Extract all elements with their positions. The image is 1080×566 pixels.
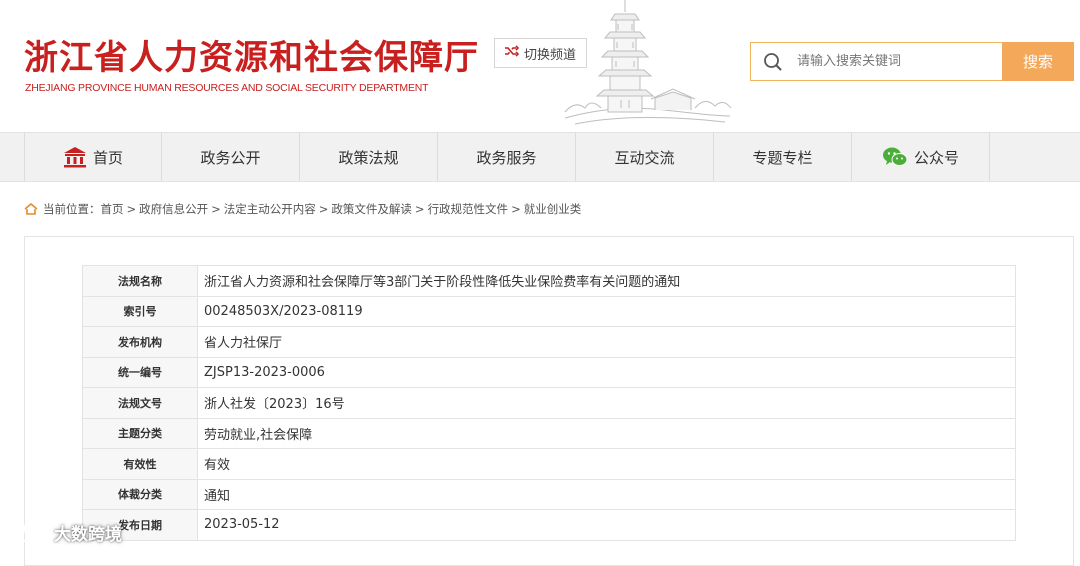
metadata-label: 法规文号 xyxy=(82,387,198,419)
breadcrumb-item-policy-docs[interactable]: 政策文件及解读 xyxy=(331,201,412,217)
breadcrumb-separator: > xyxy=(511,202,521,216)
watermark: 大数跨境 xyxy=(10,517,122,547)
search-icon xyxy=(751,43,795,80)
table-row: 发布日期 2023-05-12 xyxy=(82,509,1016,541)
breadcrumb-item-employment[interactable]: 就业创业类 xyxy=(524,201,582,217)
metadata-label: 统一编号 xyxy=(82,356,198,388)
table-row: 体裁分类 通知 xyxy=(82,478,1016,510)
nav-item-interaction[interactable]: 互动交流 xyxy=(576,133,714,181)
shuffle-icon xyxy=(504,45,520,61)
table-row: 法规名称 浙江省人力资源和社会保障厅等3部门关于阶段性降低失业保险费率有关问题的… xyxy=(82,265,1016,297)
metadata-label: 法规名称 xyxy=(82,265,198,297)
breadcrumb-separator: > xyxy=(414,202,425,216)
breadcrumb-prefix: 当前位置： xyxy=(43,202,101,216)
site-logo-subtitle: ZHEJIANG PROVINCE HUMAN RESOURCES AND SO… xyxy=(25,82,429,94)
metadata-value: 劳动就业,社会保障 xyxy=(197,417,1016,449)
nav-item-label: 政务公开 xyxy=(200,148,261,167)
breadcrumb-separator: > xyxy=(211,202,221,216)
metadata-label: 体裁分类 xyxy=(82,478,198,510)
nav-item-policies[interactable]: 政策法规 xyxy=(300,133,438,181)
breadcrumb-separator: > xyxy=(318,202,329,216)
breadcrumb-item-gov-info[interactable]: 政府信息公开 xyxy=(139,201,208,217)
pagoda-illustration xyxy=(564,0,732,125)
breadcrumb-item-normative-docs[interactable]: 行政规范性文件 xyxy=(428,201,509,217)
metadata-value: 00248503X/2023-08119 xyxy=(197,295,1016,327)
breadcrumb-item-home[interactable]: 首页 xyxy=(101,201,124,217)
metadata-value: 通知 xyxy=(197,478,1016,510)
table-row: 索引号 00248503X/2023-08119 xyxy=(82,295,1016,327)
nav-item-label: 政策法规 xyxy=(338,148,399,167)
nav-item-services[interactable]: 政务服务 xyxy=(438,133,576,181)
nav-item-label: 互动交流 xyxy=(614,148,675,167)
metadata-value: 有效 xyxy=(197,448,1016,480)
table-row: 发布机构 省人力社保厅 xyxy=(82,326,1016,358)
metadata-label: 索引号 xyxy=(82,295,198,327)
search-box xyxy=(750,42,1002,81)
search-button[interactable]: 搜索 xyxy=(1002,42,1074,81)
table-row: 主题分类 劳动就业,社会保障 xyxy=(82,417,1016,449)
nav-item-wechat[interactable]: 公众号 xyxy=(852,133,990,181)
wechat-icon xyxy=(882,146,908,168)
metadata-value: 浙人社发〔2023〕16号 xyxy=(197,387,1016,419)
breadcrumb-item-statutory[interactable]: 法定主动公开内容 xyxy=(224,201,316,217)
nav-item-label: 首页 xyxy=(92,148,123,167)
metadata-label: 有效性 xyxy=(82,448,198,480)
metadata-label: 发布机构 xyxy=(82,326,198,358)
metadata-value: 2023-05-12 xyxy=(197,509,1016,541)
site-logo-title[interactable]: 浙江省人力资源和社会保障厅 xyxy=(24,30,479,79)
nav-item-label: 政务服务 xyxy=(476,148,537,167)
breadcrumb-separator: > xyxy=(126,202,137,216)
location-icon xyxy=(24,203,38,215)
nav-item-label: 公众号 xyxy=(913,148,959,167)
main-nav: 首页 政务公开 政策法规 政务服务 互动交流 专题专栏 公众号 xyxy=(0,132,1080,182)
metadata-value: 浙江省人力资源和社会保障厅等3部门关于阶段性降低失业保险费率有关问题的通知 xyxy=(197,265,1016,297)
metadata-value: 省人力社保厅 xyxy=(197,326,1016,358)
document-metadata-table: 法规名称 浙江省人力资源和社会保障厅等3部门关于阶段性降低失业保险费率有关问题的… xyxy=(82,265,1016,541)
home-building-icon xyxy=(63,146,87,168)
table-row: 法规文号 浙人社发〔2023〕16号 xyxy=(82,387,1016,419)
table-row: 统一编号 ZJSP13-2023-0006 xyxy=(82,356,1016,388)
nav-item-special-topics[interactable]: 专题专栏 xyxy=(714,133,852,181)
site-header: 浙江省人力资源和社会保障厅 ZHEJIANG PROVINCE HUMAN RE… xyxy=(0,0,1080,132)
nav-item-government-affairs[interactable]: 政务公开 xyxy=(162,133,300,181)
watermark-logo-icon xyxy=(10,518,50,547)
metadata-label: 主题分类 xyxy=(82,417,198,449)
table-row: 有效性 有效 xyxy=(82,448,1016,480)
search-input[interactable] xyxy=(795,45,999,78)
nav-item-home[interactable]: 首页 xyxy=(24,133,162,181)
metadata-value: ZJSP13-2023-0006 xyxy=(197,356,1016,388)
watermark-text: 大数跨境 xyxy=(54,524,122,545)
breadcrumb: 当前位置： 首页 > 政府信息公开 > 法定主动公开内容 > 政策文件及解读 >… xyxy=(24,200,581,218)
nav-item-label: 专题专栏 xyxy=(752,148,813,167)
